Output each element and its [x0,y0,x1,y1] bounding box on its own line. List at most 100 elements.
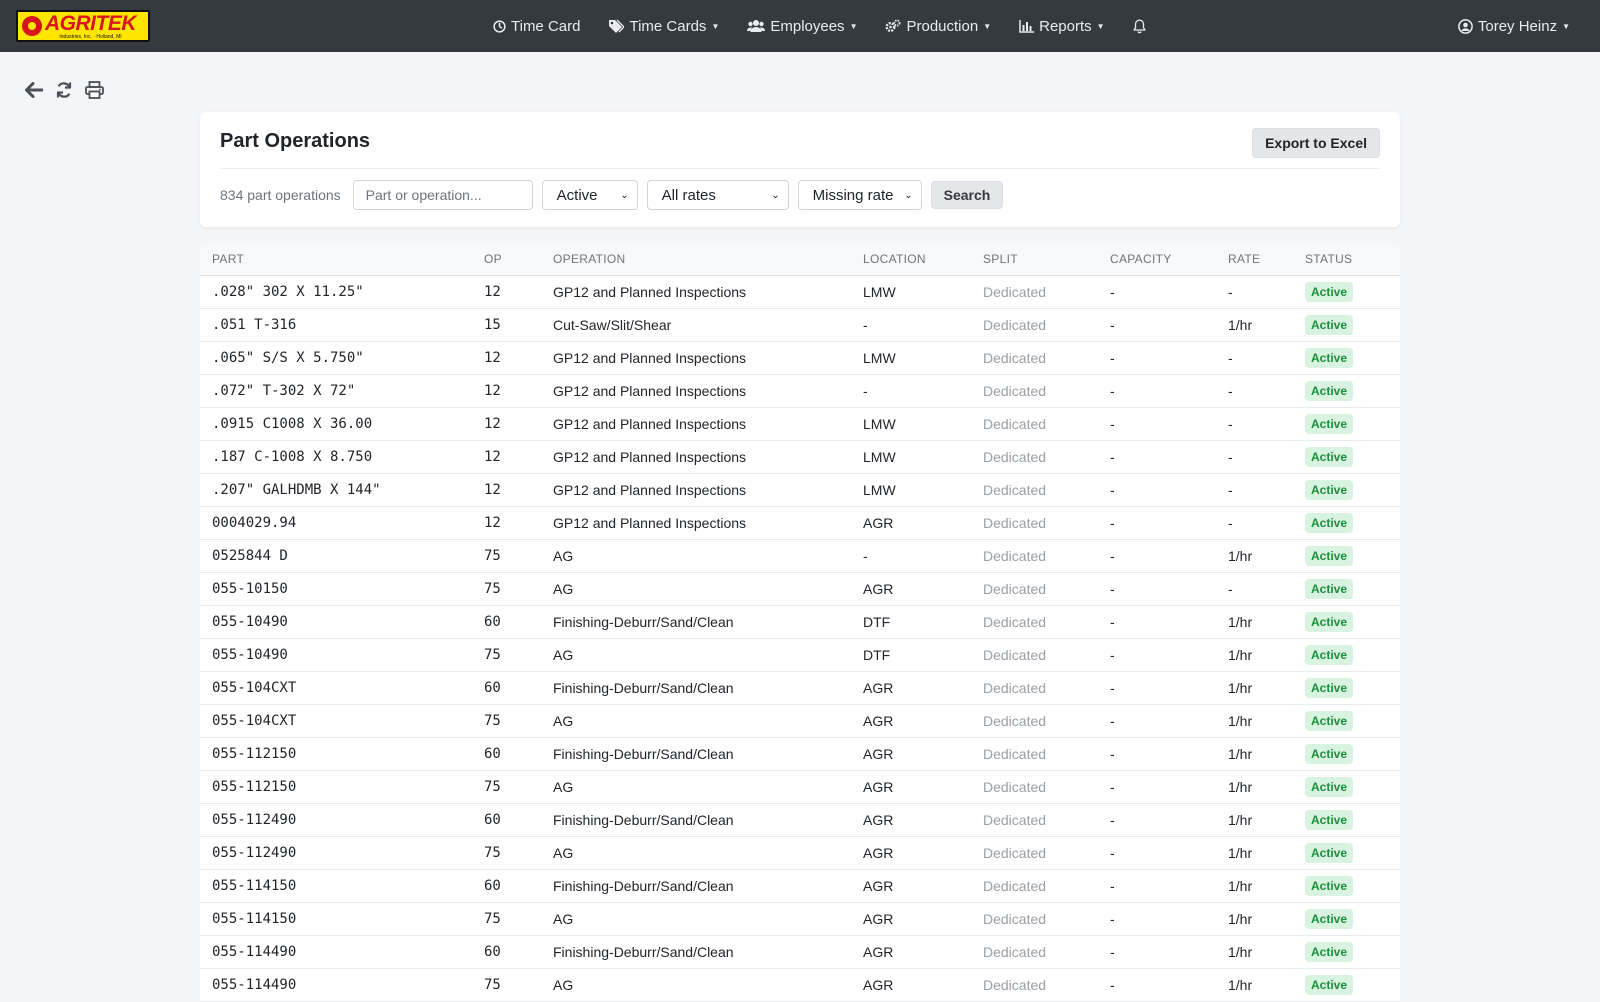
table-row[interactable]: 0525844 D 75 AG - Dedicated - 1/hr Active [200,539,1400,572]
back-button[interactable] [24,80,44,100]
chevron-down-icon: ▼ [849,21,858,31]
missing-rate-select[interactable]: Missing rate ⌄ [797,180,922,210]
agritek-logo[interactable]: AGRITEK Industries, Inc. · Holland, MI [16,10,150,42]
cell-status: Active [1293,572,1400,605]
table-row[interactable]: 055-112150 75 AG AGR Dedicated - 1/hr Active [200,770,1400,803]
chevron-down-icon: ⌄ [620,189,629,201]
cell-status: Active [1293,341,1400,374]
cell-op: 75 [484,547,501,564]
cell-rate: 1/hr [1228,316,1253,333]
cell-op: 75 [484,646,501,663]
table-row[interactable]: .0915 C1008 X 36.00 12 GP12 and Planned In… [200,407,1400,440]
column-header-op[interactable]: OP [472,243,541,276]
cell-operation: GP12 and Planned Inspections [553,415,747,432]
chevron-down-icon: ⌄ [904,189,913,201]
gears-icon [885,19,901,32]
part-operations-table: PART OP OPERATION LOCATION SPLIT CAPACIT… [200,243,1400,1002]
table-row[interactable]: 055-104CXT 75 AG AGR Dedicated - 1/hr Active [200,704,1400,737]
cell-part: 055-10150 [212,580,288,597]
cell-capacity: - [1110,646,1115,663]
cell-part: 055-112150 [212,778,297,795]
table-row[interactable]: .072" T-302 X 72" 12 GP12 and Planned Insp… [200,374,1400,407]
cell-rate: 1/hr [1228,712,1253,729]
cell-status: Active [1293,440,1400,473]
status-badge: Active [1305,908,1354,929]
column-header-operation[interactable]: OPERATION [541,243,851,276]
cell-operation: AG [553,976,574,993]
table-row[interactable]: 055-112490 60 Finishing-Deburr/Sand/Clean A… [200,803,1400,836]
cell-part: 055-112150 [212,745,297,762]
table-row[interactable]: .028" 302 X 11.25" 12 GP12 and Planned Ins… [200,275,1400,308]
table-row[interactable]: .187 C-1008 X 8.750 12 GP12 and Planned In… [200,440,1400,473]
status-badge: Active [1305,347,1354,368]
table-row[interactable]: 055-112490 75 AG AGR Dedicated - 1/hr Active [200,836,1400,869]
cell-location: - [863,547,868,564]
column-header-status[interactable]: STATUS [1293,243,1400,276]
cell-location: LMW [863,283,896,300]
cell-operation: GP12 and Planned Inspections [553,382,747,399]
cell-op: 12 [484,283,501,300]
print-button[interactable] [84,80,104,100]
nav-employees[interactable]: Employees ▼ [747,18,857,35]
result-count: 834 part operations [220,187,341,203]
table-row[interactable]: 055-10490 75 AG DTF Dedicated - 1/hr Active [200,638,1400,671]
notifications-button[interactable] [1132,19,1146,34]
cell-rate: 1/hr [1228,547,1253,564]
cell-split: Dedicated [983,415,1047,432]
nav-production[interactable]: Production ▼ [885,18,991,35]
table-row[interactable]: .207" GALHDMB X 144" 12 GP12 and Planned I… [200,473,1400,506]
search-button[interactable]: Search [930,181,1004,209]
cell-part: 055-104CXT [212,679,297,696]
clock-icon [493,19,506,33]
cell-capacity: - [1110,976,1115,993]
search-input[interactable] [352,180,533,210]
table-row[interactable]: .051 T-316 15 Cut-Saw/Slit/Shear - Dedicated… [200,308,1400,341]
table-row[interactable]: 055-114490 75 AG AGR Dedicated - 1/hr Active [200,968,1400,1001]
cell-operation: Finishing-Deburr/Sand/Clean [553,811,734,828]
status-badge: Active [1305,941,1354,962]
refresh-button[interactable] [54,80,74,100]
table-row[interactable]: 0004029.94 12 GP12 and Planned Inspections… [200,506,1400,539]
table-row[interactable]: 055-114490 60 Finishing-Deburr/Sand/Clean A… [200,935,1400,968]
status-badge: Active [1305,512,1354,533]
nav-time-card[interactable]: Time Card [493,18,580,35]
status-badge: Active [1305,809,1354,830]
export-to-excel-button[interactable]: Export to Excel [1252,128,1380,158]
cell-capacity: - [1110,844,1115,861]
column-header-rate[interactable]: RATE [1216,243,1293,276]
user-menu[interactable]: Torey Heinz ▼ [1458,0,1570,52]
table-row[interactable]: 055-10490 60 Finishing-Deburr/Sand/Clean DT… [200,605,1400,638]
nav-reports[interactable]: Reports ▼ [1019,17,1105,35]
cell-rate: 1/hr [1228,745,1253,762]
cell-capacity: - [1110,811,1115,828]
table-row[interactable]: 055-114150 75 AG AGR Dedicated - 1/hr Active [200,902,1400,935]
cell-split: Dedicated [983,613,1047,630]
nav-reports-label: Reports [1039,17,1092,35]
column-header-part[interactable]: PART [200,243,472,276]
column-header-capacity[interactable]: CAPACITY [1098,243,1216,276]
table-row[interactable]: 055-112150 60 Finishing-Deburr/Sand/Clean A… [200,737,1400,770]
table-body: .028" 302 X 11.25" 12 GP12 and Planned Ins… [200,275,1400,1001]
table-row[interactable]: 055-104CXT 60 Finishing-Deburr/Sand/Clean A… [200,671,1400,704]
status-select[interactable]: Active ⌄ [541,180,638,210]
cell-location: AGR [863,943,894,960]
nav-time-cards[interactable]: Time Cards ▼ [608,18,719,35]
cell-location: AGR [863,514,894,531]
cell-operation: AG [553,712,574,729]
cell-capacity: - [1110,580,1115,597]
table-row[interactable]: 055-114150 60 Finishing-Deburr/Sand/Clean A… [200,869,1400,902]
refresh-icon [56,82,72,98]
cell-capacity: - [1110,481,1115,498]
rates-select[interactable]: All rates ⌄ [646,180,789,210]
cell-part: .187 C-1008 X 8.750 [212,448,373,465]
cell-location: DTF [863,613,891,630]
table-row[interactable]: .065" S/S X 5.750" 12 GP12 and Planned Ins… [200,341,1400,374]
cell-part: .028" 302 X 11.25" [212,283,364,300]
cell-capacity: - [1110,778,1115,795]
column-header-split[interactable]: SPLIT [971,243,1098,276]
cell-op: 75 [484,712,501,729]
status-badge: Active [1305,446,1354,467]
table-row[interactable]: 055-10150 75 AG AGR Dedicated - - Active [200,572,1400,605]
column-header-location[interactable]: LOCATION [851,243,971,276]
cell-part: .207" GALHDMB X 144" [212,481,381,498]
